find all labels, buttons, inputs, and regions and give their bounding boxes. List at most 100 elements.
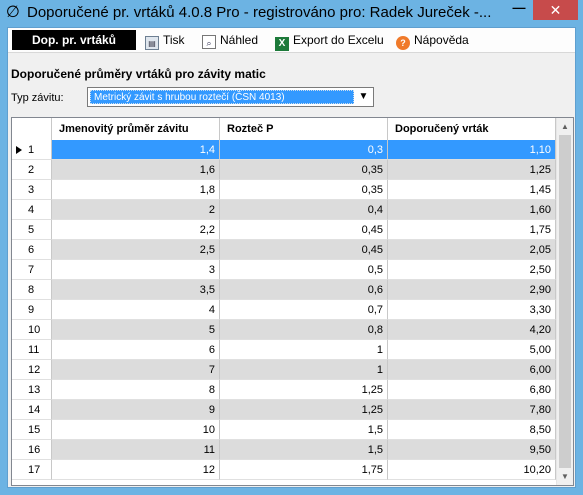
column-header-recommended-drill[interactable]: Doporučený vrták [388, 118, 556, 140]
cell-pitch[interactable]: 0,3 [220, 140, 388, 160]
cell-nominal-diameter[interactable]: 2,2 [52, 220, 220, 240]
print-button[interactable]: ▤ Tisk [145, 31, 185, 50]
table-row[interactable]: 17 12 1,75 10,20 [12, 460, 556, 480]
cell-pitch[interactable]: 1,25 [220, 400, 388, 420]
cell-recommended-drill[interactable]: 2,90 [388, 280, 556, 300]
cell-pitch[interactable]: 0,8 [220, 320, 388, 340]
row-number[interactable]: 16 [12, 440, 52, 460]
cell-recommended-drill[interactable]: 1,25 [388, 160, 556, 180]
cell-recommended-drill[interactable]: 2,50 [388, 260, 556, 280]
cell-nominal-diameter[interactable]: 4 [52, 300, 220, 320]
cell-pitch[interactable]: 1,25 [220, 380, 388, 400]
scroll-down-icon[interactable]: ▼ [557, 468, 573, 485]
preview-button[interactable]: ⌕ Náhled [202, 31, 258, 49]
table-row[interactable]: 9 4 0,7 3,30 [12, 300, 556, 320]
tab-drill-sizes[interactable]: Dop. pr. vrtáků [12, 30, 136, 50]
row-number[interactable]: 4 [12, 200, 52, 220]
help-button[interactable]: ? Nápověda [396, 31, 469, 50]
cell-nominal-diameter[interactable]: 9 [52, 400, 220, 420]
cell-recommended-drill[interactable]: 8,50 [388, 420, 556, 440]
row-number[interactable]: 13 [12, 380, 52, 400]
column-header-pitch[interactable]: Rozteč P [220, 118, 388, 140]
minimize-button[interactable]: — [506, 0, 532, 20]
cell-pitch[interactable]: 0,35 [220, 180, 388, 200]
row-number[interactable]: 8 [12, 280, 52, 300]
table-row[interactable]: 15 10 1,5 8,50 [12, 420, 556, 440]
vertical-scrollbar[interactable]: ▲ ▼ [556, 118, 573, 485]
row-number[interactable]: 12 [12, 360, 52, 380]
table-row[interactable]: 14 9 1,25 7,80 [12, 400, 556, 420]
table-row[interactable]: 2 1,6 0,35 1,25 [12, 160, 556, 180]
cell-nominal-diameter[interactable]: 6 [52, 340, 220, 360]
cell-nominal-diameter[interactable]: 2 [52, 200, 220, 220]
row-number[interactable]: 10 [12, 320, 52, 340]
cell-nominal-diameter[interactable]: 1,6 [52, 160, 220, 180]
cell-nominal-diameter[interactable]: 8 [52, 380, 220, 400]
row-number[interactable]: 6 [12, 240, 52, 260]
cell-nominal-diameter[interactable]: 7 [52, 360, 220, 380]
cell-recommended-drill[interactable]: 10,20 [388, 460, 556, 480]
table-row[interactable]: 4 2 0,4 1,60 [12, 200, 556, 220]
table-row[interactable]: 8 3,5 0,6 2,90 [12, 280, 556, 300]
title-bar[interactable]: ∅ Doporučené pr. vrtáků 4.0.8 Pro - regi… [0, 0, 583, 27]
row-number[interactable]: 17 [12, 460, 52, 480]
cell-recommended-drill[interactable]: 6,80 [388, 380, 556, 400]
row-number[interactable]: 2 [12, 160, 52, 180]
cell-nominal-diameter[interactable]: 2,5 [52, 240, 220, 260]
thread-type-select[interactable]: Metrický závit s hrubou roztečí (ČSN 401… [87, 87, 374, 107]
cell-recommended-drill[interactable]: 1,45 [388, 180, 556, 200]
cell-pitch[interactable]: 1,5 [220, 420, 388, 440]
chevron-down-icon[interactable]: ▼ [357, 90, 370, 104]
cell-pitch[interactable]: 0,4 [220, 200, 388, 220]
row-number[interactable]: 15 [12, 420, 52, 440]
cell-pitch[interactable]: 1,75 [220, 460, 388, 480]
cell-recommended-drill[interactable]: 9,50 [388, 440, 556, 460]
cell-nominal-diameter[interactable]: 1,4 [52, 140, 220, 160]
cell-nominal-diameter[interactable]: 11 [52, 440, 220, 460]
cell-recommended-drill[interactable]: 5,00 [388, 340, 556, 360]
scroll-up-icon[interactable]: ▲ [557, 118, 573, 135]
table-row[interactable]: 7 3 0,5 2,50 [12, 260, 556, 280]
cell-recommended-drill[interactable]: 1,10 [388, 140, 556, 160]
cell-pitch[interactable]: 0,45 [220, 240, 388, 260]
cell-recommended-drill[interactable]: 1,75 [388, 220, 556, 240]
table-row[interactable]: 10 5 0,8 4,20 [12, 320, 556, 340]
row-number[interactable]: 7 [12, 260, 52, 280]
table-row[interactable]: 5 2,2 0,45 1,75 [12, 220, 556, 240]
table-row[interactable]: 12 7 1 6,00 [12, 360, 556, 380]
cell-recommended-drill[interactable]: 7,80 [388, 400, 556, 420]
row-number[interactable]: 3 [12, 180, 52, 200]
cell-recommended-drill[interactable]: 6,00 [388, 360, 556, 380]
cell-pitch[interactable]: 0,7 [220, 300, 388, 320]
cell-pitch[interactable]: 0,35 [220, 160, 388, 180]
cell-nominal-diameter[interactable]: 1,8 [52, 180, 220, 200]
cell-nominal-diameter[interactable]: 10 [52, 420, 220, 440]
close-button[interactable]: ✕ [533, 0, 578, 20]
export-excel-button[interactable]: X Export do Excelu [275, 31, 384, 51]
cell-recommended-drill[interactable]: 1,60 [388, 200, 556, 220]
row-number[interactable]: 1 [12, 140, 52, 160]
row-number[interactable]: 9 [12, 300, 52, 320]
table-row[interactable]: 3 1,8 0,35 1,45 [12, 180, 556, 200]
table-row[interactable]: 6 2,5 0,45 2,05 [12, 240, 556, 260]
cell-pitch[interactable]: 1 [220, 360, 388, 380]
cell-pitch[interactable]: 0,5 [220, 260, 388, 280]
table-row[interactable]: 16 11 1,5 9,50 [12, 440, 556, 460]
cell-recommended-drill[interactable]: 2,05 [388, 240, 556, 260]
drill-table[interactable]: Jmenovitý průměr závitu Rozteč P Doporuč… [11, 117, 574, 486]
row-number[interactable]: 11 [12, 340, 52, 360]
cell-pitch[interactable]: 0,6 [220, 280, 388, 300]
table-row[interactable]: 1 1,4 0,3 1,10 [12, 140, 556, 160]
cell-pitch[interactable]: 0,45 [220, 220, 388, 240]
cell-recommended-drill[interactable]: 3,30 [388, 300, 556, 320]
row-number[interactable]: 5 [12, 220, 52, 240]
scroll-thumb[interactable] [559, 135, 571, 468]
cell-pitch[interactable]: 1 [220, 340, 388, 360]
row-number[interactable]: 14 [12, 400, 52, 420]
table-row[interactable]: 13 8 1,25 6,80 [12, 380, 556, 400]
cell-pitch[interactable]: 1,5 [220, 440, 388, 460]
cell-nominal-diameter[interactable]: 3 [52, 260, 220, 280]
cell-nominal-diameter[interactable]: 5 [52, 320, 220, 340]
column-header-nominal-diameter[interactable]: Jmenovitý průměr závitu [52, 118, 220, 140]
cell-nominal-diameter[interactable]: 12 [52, 460, 220, 480]
